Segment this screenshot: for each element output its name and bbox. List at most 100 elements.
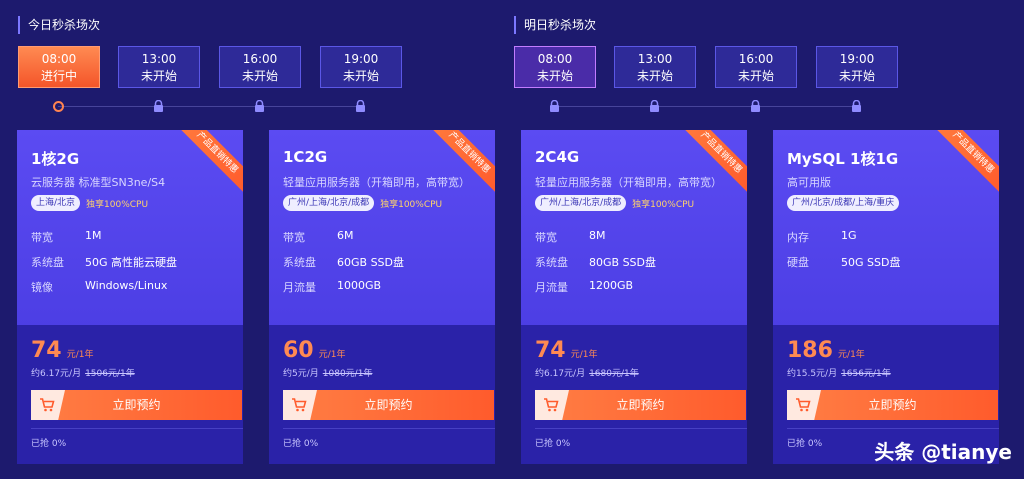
slot-tomorrow-1300[interactable]: 13:00 未开始 [614, 46, 696, 88]
slot-tomorrow-0800[interactable]: 08:00 未开始 [514, 46, 596, 88]
lock-icon [750, 100, 762, 112]
region-tag: 广州/上海/北京/成都 [283, 195, 375, 211]
divider [31, 428, 243, 429]
sold-percentage: 已抢 0% [31, 439, 67, 449]
spec-value: 6M [337, 229, 354, 242]
spec-value: 1000GB [337, 279, 382, 292]
divider [283, 428, 495, 429]
slot-status: 未开始 [636, 69, 673, 83]
promo-ribbon: 产品直销特惠 [932, 130, 999, 194]
reserve-button-label: 立即预约 [364, 398, 413, 412]
slot-time: 16:00 [738, 52, 774, 66]
spec-key: 带宽 [283, 231, 305, 244]
spec-key: 月流量 [535, 281, 568, 294]
cpu-highlight: 独享100%CPU [632, 199, 695, 210]
spec-row: 月流量 1000GB [283, 279, 404, 304]
card-title: 1核2G [31, 150, 80, 168]
card-tags: 广州/上海/北京/成都 独享100%CPU [535, 195, 694, 211]
slot-tomorrow-1600[interactable]: 16:00 未开始 [715, 46, 797, 88]
monthly-value: 约5元/月 [283, 369, 319, 379]
slot-today-0800[interactable]: 08:00 进行中 [18, 46, 100, 88]
original-price: 1680元/1年 [589, 369, 639, 379]
spec-row: 硬盘 50G SSD盘 [787, 254, 900, 279]
spec-value: 50G 高性能云硬盘 [85, 256, 178, 269]
watermark: 头条 @tianye [874, 440, 1012, 464]
spec-key: 硬盘 [787, 256, 809, 269]
slot-time: 08:00 [537, 52, 573, 66]
cart-icon [283, 390, 317, 420]
slot-today-1600[interactable]: 16:00 未开始 [219, 46, 301, 88]
reserve-button[interactable]: 立即预约 [31, 390, 242, 420]
card-title: 2C4G [535, 148, 580, 166]
slot-status: 未开始 [342, 69, 379, 83]
spec-row: 镜像 Windows/Linux [31, 279, 177, 304]
spec-key: 带宽 [31, 231, 53, 244]
original-price: 1506元/1年 [85, 369, 135, 379]
card-tags: 广州/北京/成都/上海/重庆 [787, 195, 900, 211]
spec-key: 系统盘 [283, 256, 316, 269]
slot-tomorrow-1900[interactable]: 19:00 未开始 [816, 46, 898, 88]
lock-icon [153, 100, 165, 112]
price: 60 元/1年 [283, 338, 345, 363]
card-subtitle: 云服务器 标准型SN3ne/S4 [31, 176, 166, 189]
lock-icon [851, 100, 863, 112]
session-title: 明日秒杀场次 [514, 16, 596, 34]
product-card-1c2g-cloud: 产品直销特惠 1核2G 云服务器 标准型SN3ne/S4 上海/北京 独享100… [17, 130, 243, 464]
price: 186 元/1年 [787, 338, 865, 363]
card-tags: 广州/上海/北京/成都 独享100%CPU [283, 195, 442, 211]
monthly-price: 约15.5元/月 1656元/1年 [787, 366, 891, 379]
reserve-button-label: 立即预约 [112, 398, 161, 412]
slot-time: 08:00 [41, 52, 77, 66]
card-subtitle: 高可用版 [787, 176, 831, 189]
original-price: 1080元/1年 [322, 369, 373, 379]
reserve-button[interactable]: 立即预约 [535, 390, 746, 420]
slot-time: 19:00 [839, 52, 875, 66]
card-subtitle: 轻量应用服务器（开箱即用，高带宽） [283, 176, 470, 189]
price-unit: 元/1年 [66, 350, 94, 360]
price-unit: 元/1年 [570, 350, 598, 360]
current-circle-icon [53, 101, 64, 112]
spec-list: 内存 1G 硬盘 50G SSD盘 [787, 229, 900, 279]
cart-icon [31, 390, 65, 420]
price-number: 186 [787, 338, 833, 363]
monthly-value: 约6.17元/月 [535, 369, 586, 379]
spec-list: 带宽 1M 系统盘 50G 高性能云硬盘 镜像 Windows/Linux [31, 229, 177, 304]
spec-row: 带宽 1M [31, 229, 177, 254]
product-card-1c2g-lighthouse: 产品直销特惠 1C2G 轻量应用服务器（开箱即用，高带宽） 广州/上海/北京/成… [269, 130, 495, 464]
lock-icon [355, 100, 367, 112]
spec-key: 系统盘 [535, 256, 568, 269]
slot-time: 13:00 [637, 52, 673, 66]
card-tags: 上海/北京 独享100%CPU [31, 195, 148, 211]
divider [787, 428, 999, 429]
region-tag: 广州/上海/北京/成都 [535, 195, 627, 211]
cpu-highlight: 独享100%CPU [380, 199, 443, 210]
spec-key: 月流量 [283, 281, 316, 294]
spec-key: 镜像 [31, 281, 53, 294]
timeline-line [554, 106, 857, 107]
original-price: 1656元/1年 [841, 369, 891, 379]
slot-today-1300[interactable]: 13:00 未开始 [118, 46, 200, 88]
price-unit: 元/1年 [318, 350, 346, 360]
region-tag: 上海/北京 [31, 195, 81, 211]
price: 74 元/1年 [31, 338, 93, 363]
spec-value: Windows/Linux [85, 279, 168, 292]
slot-today-1900[interactable]: 19:00 未开始 [320, 46, 402, 88]
spec-row: 月流量 1200GB [535, 279, 656, 304]
sold-percentage: 已抢 0% [283, 439, 319, 449]
reserve-button-label: 立即预约 [616, 398, 665, 412]
spec-list: 带宽 8M 系统盘 80GB SSD盘 月流量 1200GB [535, 229, 656, 304]
slot-time: 16:00 [242, 52, 278, 66]
product-card-2c4g-lighthouse: 产品直销特惠 2C4G 轻量应用服务器（开箱即用，高带宽） 广州/上海/北京/成… [521, 130, 747, 464]
slot-status: 未开始 [737, 69, 774, 83]
spec-row: 系统盘 50G 高性能云硬盘 [31, 254, 177, 279]
cart-icon [535, 390, 569, 420]
reserve-button[interactable]: 立即预约 [283, 390, 494, 420]
slot-status: 未开始 [536, 69, 573, 83]
lock-icon [254, 100, 266, 112]
spec-key: 带宽 [535, 231, 557, 244]
reserve-button[interactable]: 立即预约 [787, 390, 998, 420]
spec-row: 带宽 8M [535, 229, 656, 254]
price: 74 元/1年 [535, 338, 597, 363]
spec-value: 60GB SSD盘 [337, 256, 404, 269]
card-title: 1C2G [283, 148, 328, 166]
